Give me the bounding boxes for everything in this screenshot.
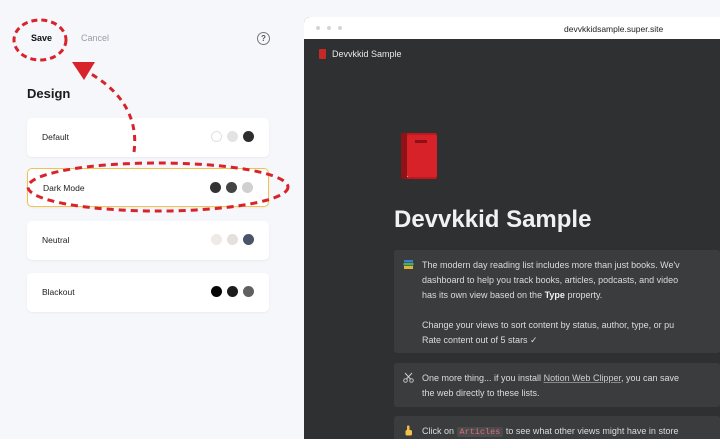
theme-option-default[interactable]: Default bbox=[27, 118, 269, 157]
notion-web-clipper-link[interactable]: Notion Web Clipper bbox=[544, 373, 621, 383]
window-dot bbox=[327, 26, 331, 30]
window-dot bbox=[338, 26, 342, 30]
swatch bbox=[242, 182, 253, 193]
theme-label: Dark Mode bbox=[43, 183, 85, 193]
pointing-hand-icon bbox=[402, 425, 414, 437]
theme-label: Blackout bbox=[42, 287, 75, 297]
callout-web-clipper: One more thing... if you install Notion … bbox=[394, 363, 720, 407]
swatch bbox=[211, 131, 222, 142]
theme-label: Neutral bbox=[42, 235, 70, 245]
callout-articles: Click on Articles to see what other view… bbox=[394, 416, 720, 439]
callout-text: Click on Articles to see what other view… bbox=[422, 426, 679, 437]
editor-toolbar: Save Cancel ? bbox=[0, 0, 300, 78]
callout-reading-list: The modern day reading list includes mor… bbox=[394, 250, 720, 353]
page-title: Devvkkid Sample bbox=[394, 206, 592, 233]
help-icon[interactable]: ? bbox=[257, 32, 270, 45]
callout-text: The modern day reading list includes mor… bbox=[422, 260, 680, 345]
swatch bbox=[226, 182, 237, 193]
swatch bbox=[243, 234, 254, 245]
cancel-button[interactable]: Cancel bbox=[81, 33, 109, 43]
window-dot bbox=[316, 26, 320, 30]
swatch bbox=[210, 182, 221, 193]
red-book-icon bbox=[319, 49, 326, 59]
swatch bbox=[211, 286, 222, 297]
callout-text: One more thing... if you install Notion … bbox=[422, 373, 679, 398]
site-title[interactable]: Devvkkid Sample bbox=[332, 49, 402, 59]
theme-option-blackout[interactable]: Blackout bbox=[27, 273, 269, 312]
theme-swatches bbox=[211, 131, 254, 142]
theme-option-neutral[interactable]: Neutral bbox=[27, 221, 269, 260]
articles-code-tag[interactable]: Articles bbox=[456, 427, 504, 437]
site-preview: devvkkidsample.super.site Devvkkid Sampl… bbox=[304, 17, 720, 439]
swatch bbox=[243, 286, 254, 297]
site-header: Devvkkid Sample bbox=[304, 39, 720, 71]
design-section-title: Design bbox=[27, 86, 71, 101]
swatch bbox=[227, 131, 238, 142]
theme-swatches bbox=[210, 182, 253, 193]
browser-chrome: devvkkidsample.super.site bbox=[304, 17, 720, 39]
theme-option-dark-mode[interactable]: Dark Mode bbox=[27, 168, 269, 207]
swatch bbox=[227, 234, 238, 245]
site-url: devvkkidsample.super.site bbox=[564, 24, 664, 34]
swatch bbox=[211, 234, 222, 245]
swatch bbox=[227, 286, 238, 297]
swatch bbox=[243, 131, 254, 142]
books-icon bbox=[402, 259, 414, 271]
theme-swatches bbox=[211, 286, 254, 297]
page-content: Devvkkid Sample The modern day reading l… bbox=[304, 71, 720, 439]
theme-label: Default bbox=[42, 132, 69, 142]
save-button[interactable]: Save bbox=[31, 33, 52, 43]
red-book-icon bbox=[401, 133, 437, 179]
theme-swatches bbox=[211, 234, 254, 245]
scissors-icon bbox=[402, 372, 414, 384]
theme-editor-panel: Save Cancel ? Design Default Dark Mode N… bbox=[0, 0, 300, 439]
